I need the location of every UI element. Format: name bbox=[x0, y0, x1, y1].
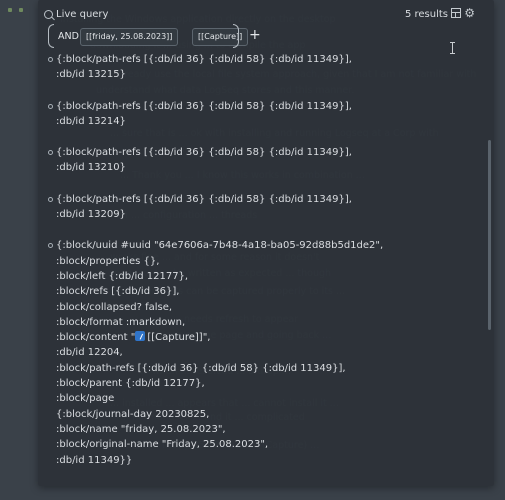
result-line: :block/original-name "Friday, 25.08.2023… bbox=[56, 439, 269, 451]
scrollbar[interactable] bbox=[488, 140, 491, 330]
search-icon bbox=[44, 10, 53, 19]
result-item[interactable]: {:block/path-refs [{:db/id 36} {:db/id 5… bbox=[48, 192, 486, 223]
text-cursor-icon bbox=[450, 42, 455, 54]
query-title: Live query bbox=[56, 9, 109, 20]
result-count: 5 results bbox=[404, 9, 448, 20]
capture-icon bbox=[135, 331, 146, 342]
bullet-icon[interactable] bbox=[48, 57, 53, 62]
result-line: :block/left {:db/id 12177}, bbox=[56, 270, 189, 282]
result-line: :db/id 11349}} bbox=[56, 454, 133, 466]
result-item[interactable]: {:block/path-refs [{:db/id 36} {:db/id 5… bbox=[48, 99, 486, 130]
bullet-icon[interactable] bbox=[48, 103, 53, 109]
gutter-marker bbox=[8, 8, 12, 12]
result-line: {:block/uuid #uuid "64e7606a-7b48-4a18-b… bbox=[56, 240, 384, 252]
open-paren bbox=[48, 24, 54, 48]
result-line: :block/collapsed? false, bbox=[56, 301, 173, 313]
result-item[interactable]: {:block/uuid #uuid "64e7606a-7b48-4a18-b… bbox=[48, 238, 486, 467]
result-line: :block/path-refs [{:db/id 36} {:db/id 58… bbox=[56, 362, 346, 374]
bullet-icon[interactable] bbox=[48, 243, 53, 249]
filter-chip-date[interactable]: [[friday, 25.08.2023]] bbox=[80, 28, 179, 46]
result-line: {:block/path-refs [{:db/id 36} {:db/id 5… bbox=[56, 193, 352, 205]
gear-icon[interactable]: ⚙ bbox=[464, 7, 475, 19]
result-line: :db/id 13214} bbox=[56, 115, 126, 127]
result-line: :block/format :markdown, bbox=[56, 316, 186, 328]
bullet-icon[interactable] bbox=[48, 150, 53, 156]
result-item[interactable]: {:block/path-refs [{:db/id 36} {:db/id 5… bbox=[48, 145, 486, 176]
results-list: {:block/path-refs [{:db/id 36} {:db/id 5… bbox=[48, 52, 486, 468]
bullet-icon[interactable] bbox=[48, 196, 53, 202]
result-line: :block/parent {:db/id 12177}, bbox=[56, 378, 205, 390]
and-operator[interactable]: AND bbox=[58, 31, 79, 42]
live-query-panel: Live query 5 results ⚙ AND [[friday, 25.… bbox=[38, 0, 494, 486]
result-line: :block/name "friday, 25.08.2023", bbox=[56, 423, 226, 435]
result-line: {:block/journal-day 20230825, bbox=[56, 408, 210, 420]
gutter-marker bbox=[19, 8, 23, 12]
result-line: {:block/path-refs [{:db/id 36} {:db/id 5… bbox=[56, 54, 352, 65]
result-line: {:block/path-refs [{:db/id 36} {:db/id 5… bbox=[56, 147, 352, 159]
content-key: :block/content " bbox=[56, 332, 136, 344]
add-filter-button[interactable]: + bbox=[249, 27, 261, 43]
result-line: {:block/path-refs [{:db/id 36} {:db/id 5… bbox=[56, 100, 352, 112]
result-line: :block/refs [{:db/id 36}], bbox=[56, 286, 180, 298]
result-line: :block/properties {}, bbox=[56, 255, 160, 267]
result-line: :db/id 13215} bbox=[56, 69, 126, 81]
capture-ref[interactable]: [[Capture]]", bbox=[147, 332, 210, 343]
result-line: :block/page bbox=[56, 393, 115, 405]
table-icon[interactable] bbox=[451, 8, 461, 18]
query-header: Live query 5 results ⚙ bbox=[38, 0, 494, 28]
close-paren bbox=[233, 24, 239, 48]
result-line: :db/id 13209} bbox=[56, 209, 126, 221]
result-line: :db/id 13210} bbox=[56, 162, 126, 174]
result-item[interactable]: {:block/path-refs [{:db/id 36} {:db/id 5… bbox=[48, 52, 486, 83]
result-line: :db/id 12204, bbox=[56, 347, 123, 359]
filter-chip-capture[interactable]: [[Capture]] bbox=[192, 28, 249, 46]
result-line-content: :block/content " [[Capture]]", bbox=[56, 330, 486, 345]
